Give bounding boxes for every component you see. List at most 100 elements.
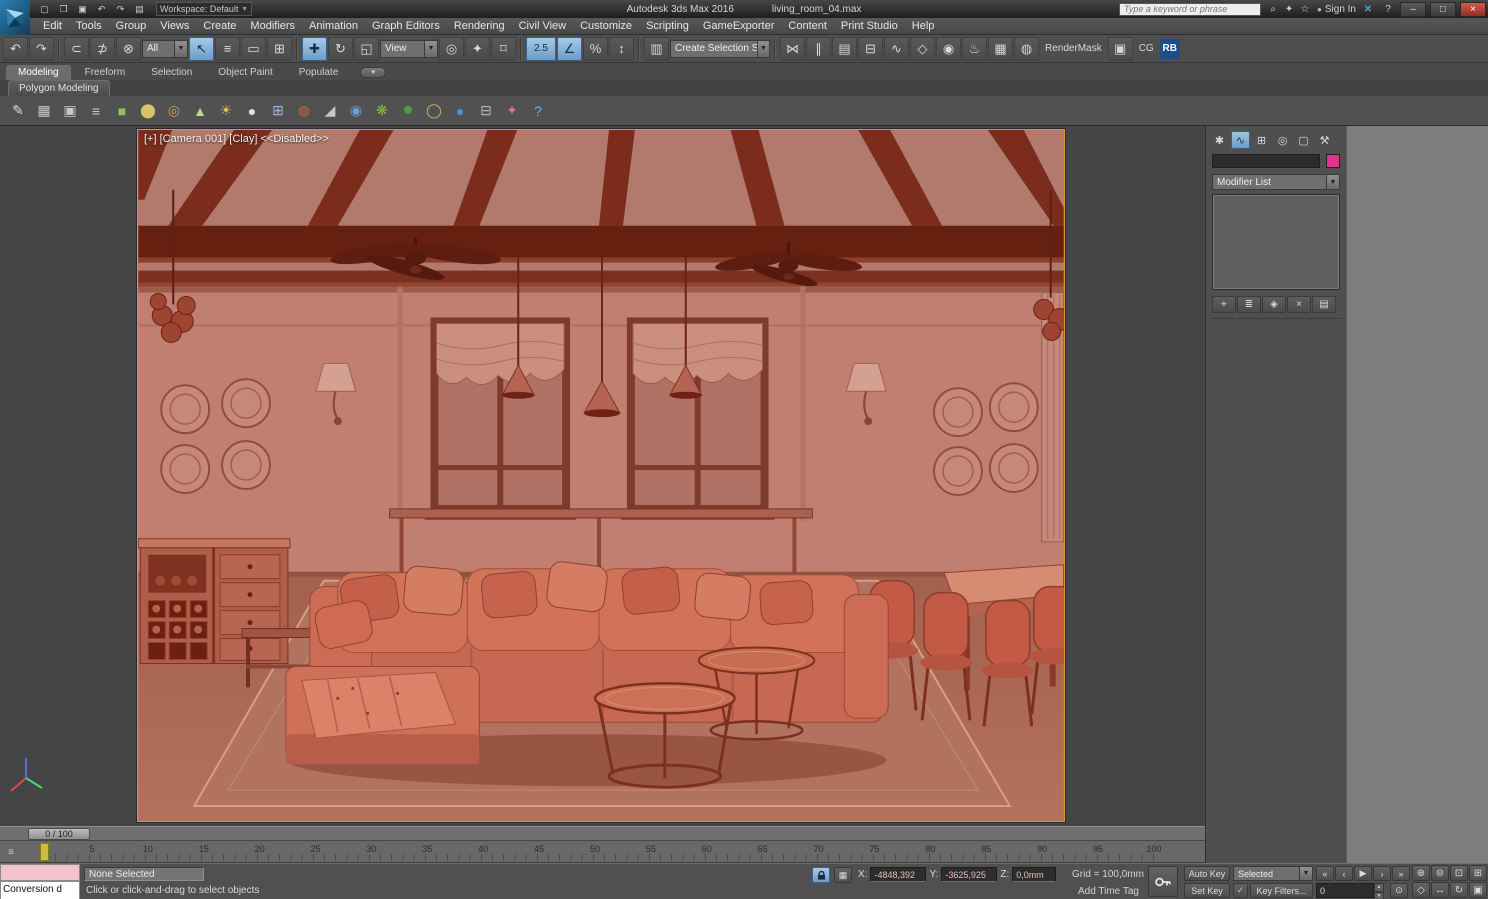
material-editor-icon[interactable]: ◉ [936,37,961,61]
make-unique-button[interactable]: ◈ [1262,296,1286,313]
rendermask-label[interactable]: RenderMask [1040,43,1107,54]
object-name-field[interactable] [1212,154,1320,168]
menu-customize[interactable]: Customize [573,20,639,32]
select-object-icon[interactable]: ↖ [189,37,214,61]
select-and-link-icon[interactable]: ⊂ [64,37,89,61]
layer-manager-icon[interactable]: ▤ [832,37,857,61]
configure-modifier-sets-button[interactable]: ▤ [1312,296,1336,313]
modifier-list-dropdown[interactable]: Modifier List ▼ [1212,174,1340,190]
set-keys-button[interactable] [1148,866,1178,897]
scene-explorer-icon[interactable]: ⊟ [858,37,883,61]
auto-key-button[interactable]: Auto Key [1184,866,1230,881]
maximize-button[interactable]: □ [1430,2,1456,17]
communication-center-icon[interactable]: ✦ [1281,2,1297,16]
time-slider-track[interactable]: 0 / 100 [0,826,1205,841]
redo-quick-icon[interactable]: ↷ [112,2,129,16]
orbit-icon[interactable]: ↻ [1450,882,1468,898]
maximize-viewport-icon[interactable]: ▣ [1469,882,1487,898]
trackbar-current-frame-marker[interactable] [40,843,49,861]
window-crossing-icon[interactable]: ⊞ [267,37,292,61]
paint-deform-icon[interactable]: ✦ [500,98,524,123]
modify-tab-icon[interactable]: ∿ [1231,131,1250,149]
create-tab-icon[interactable]: ✱ [1210,131,1229,149]
rb-plugin-badge[interactable]: RB [1160,39,1180,59]
y-coordinate-field[interactable]: -3625,925 [941,867,997,882]
help-icon[interactable]: ? [1380,2,1396,16]
motion-tab-icon[interactable]: ◎ [1273,131,1292,149]
track-bar[interactable]: ≡ 51015202530354045505560657075808590951… [0,841,1205,863]
save-file-icon[interactable]: ▣ [74,2,91,16]
modifier-stack[interactable] [1212,194,1340,290]
menu-rendering[interactable]: Rendering [447,20,512,32]
open-file-icon[interactable]: ❒ [55,2,72,16]
reference-coordinate-dropdown[interactable]: View▼ [380,40,438,58]
show-grid-icon[interactable]: ▦ [32,98,56,123]
selection-filter-dropdown[interactable]: All▼ [142,40,188,58]
zoom-icon[interactable]: ⊕ [1412,865,1430,881]
pin-stack-button[interactable]: ⌖ [1212,296,1236,313]
exchange-icon[interactable]: ✕ [1360,2,1376,16]
menu-civil-view[interactable]: Civil View [512,20,573,32]
select-and-move-icon[interactable]: ✚ [302,37,327,61]
show-end-result-button[interactable]: ≣ [1237,296,1261,313]
utilities-tab-icon[interactable]: ⚒ [1315,131,1334,149]
schematic-view-icon[interactable]: ◇ [910,37,935,61]
spinner-up-icon[interactable]: ▲ [1374,883,1384,892]
menu-edit[interactable]: Edit [36,20,69,32]
array-icon[interactable]: ⊟ [474,98,498,123]
use-pivot-center-icon[interactable]: ◎ [439,37,464,61]
set-key-button[interactable]: Set Key [1184,883,1230,898]
maxscript-mini-listener[interactable]: Conversion d [0,881,80,899]
geosphere-icon[interactable]: ◍ [292,98,316,123]
key-filters-button[interactable]: Key Filters... [1250,883,1313,898]
zoom-extents-all-icon[interactable]: ⊞ [1469,865,1487,881]
selection-region-icon[interactable]: ▭ [241,37,266,61]
menu-graph-editors[interactable]: Graph Editors [365,20,447,32]
frame-spinner[interactable]: ▲▼ [1374,883,1384,898]
select-and-rotate-icon[interactable]: ↻ [328,37,353,61]
earth-icon[interactable]: ◉ [344,98,368,123]
current-frame-field[interactable]: 0 [1316,883,1374,898]
curve-editor-icon[interactable]: ∿ [884,37,909,61]
hierarchy-tab-icon[interactable]: ⊞ [1252,131,1271,149]
viewport-label[interactable]: [+] [Camera 001] [Clay] <<Disabled>> [144,133,329,145]
ribbon-minimize-toggle[interactable]: ▼ [360,67,386,78]
keyboard-override-icon[interactable]: ⌑ [491,37,516,61]
maxscript-mini-listener-macro[interactable] [0,864,80,881]
unlink-selection-icon[interactable]: ⊅ [90,37,115,61]
trackbar-filter-icon[interactable]: ≡ [3,844,19,860]
select-and-scale-icon[interactable]: ◱ [354,37,379,61]
cylinder-primitive-icon[interactable]: ⬤ [136,98,160,123]
render-camera-icon[interactable]: ▣ [1108,37,1133,61]
select-and-manipulate-icon[interactable]: ✦ [465,37,490,61]
tab-polygon-modeling[interactable]: Polygon Modeling [8,80,110,96]
zoom-all-icon[interactable]: ⊜ [1431,865,1449,881]
previous-frame-button[interactable]: ‹ [1335,866,1353,881]
selection-lock-toggle[interactable] [812,867,830,883]
key-filter-check-icon[interactable]: ✓ [1233,883,1248,898]
key-mode-toggle[interactable]: ⊙ [1390,883,1408,898]
edit-named-selection-sets-icon[interactable]: ▥ [644,37,669,61]
minimize-button[interactable]: – [1400,2,1426,17]
undo-quick-icon[interactable]: ↶ [93,2,110,16]
menu-help[interactable]: Help [905,20,942,32]
zoom-extents-icon[interactable]: ⊡ [1450,865,1468,881]
foliage-tree-icon[interactable]: ✸ [396,98,420,123]
favorites-icon[interactable]: ☆ [1297,2,1313,16]
named-selection-set-combo[interactable]: Create Selection Se▼ [670,40,770,58]
torus-primitive-icon[interactable]: ◎ [162,98,186,123]
snapshot-icon[interactable]: ▣ [58,98,82,123]
rendered-frame-window-icon[interactable]: ▦ [988,37,1013,61]
selection-set-keys-dropdown[interactable]: Selected ▼ [1233,866,1313,881]
tool-settings-icon[interactable]: ≡ [84,98,108,123]
menu-gameexporter[interactable]: GameExporter [696,20,782,32]
select-by-name-icon[interactable]: ≡ [215,37,240,61]
menu-print-studio[interactable]: Print Studio [834,20,905,32]
render-production-icon[interactable]: ◍ [1014,37,1039,61]
undo-icon[interactable]: ↶ [3,37,28,61]
search-icon[interactable]: ⌕ [1265,2,1281,16]
viewport-canvas[interactable] [138,130,1064,821]
mirror-icon[interactable]: ⋈ [780,37,805,61]
display-tab-icon[interactable]: ▢ [1294,131,1313,149]
render-setup-icon[interactable]: ♨ [962,37,987,61]
